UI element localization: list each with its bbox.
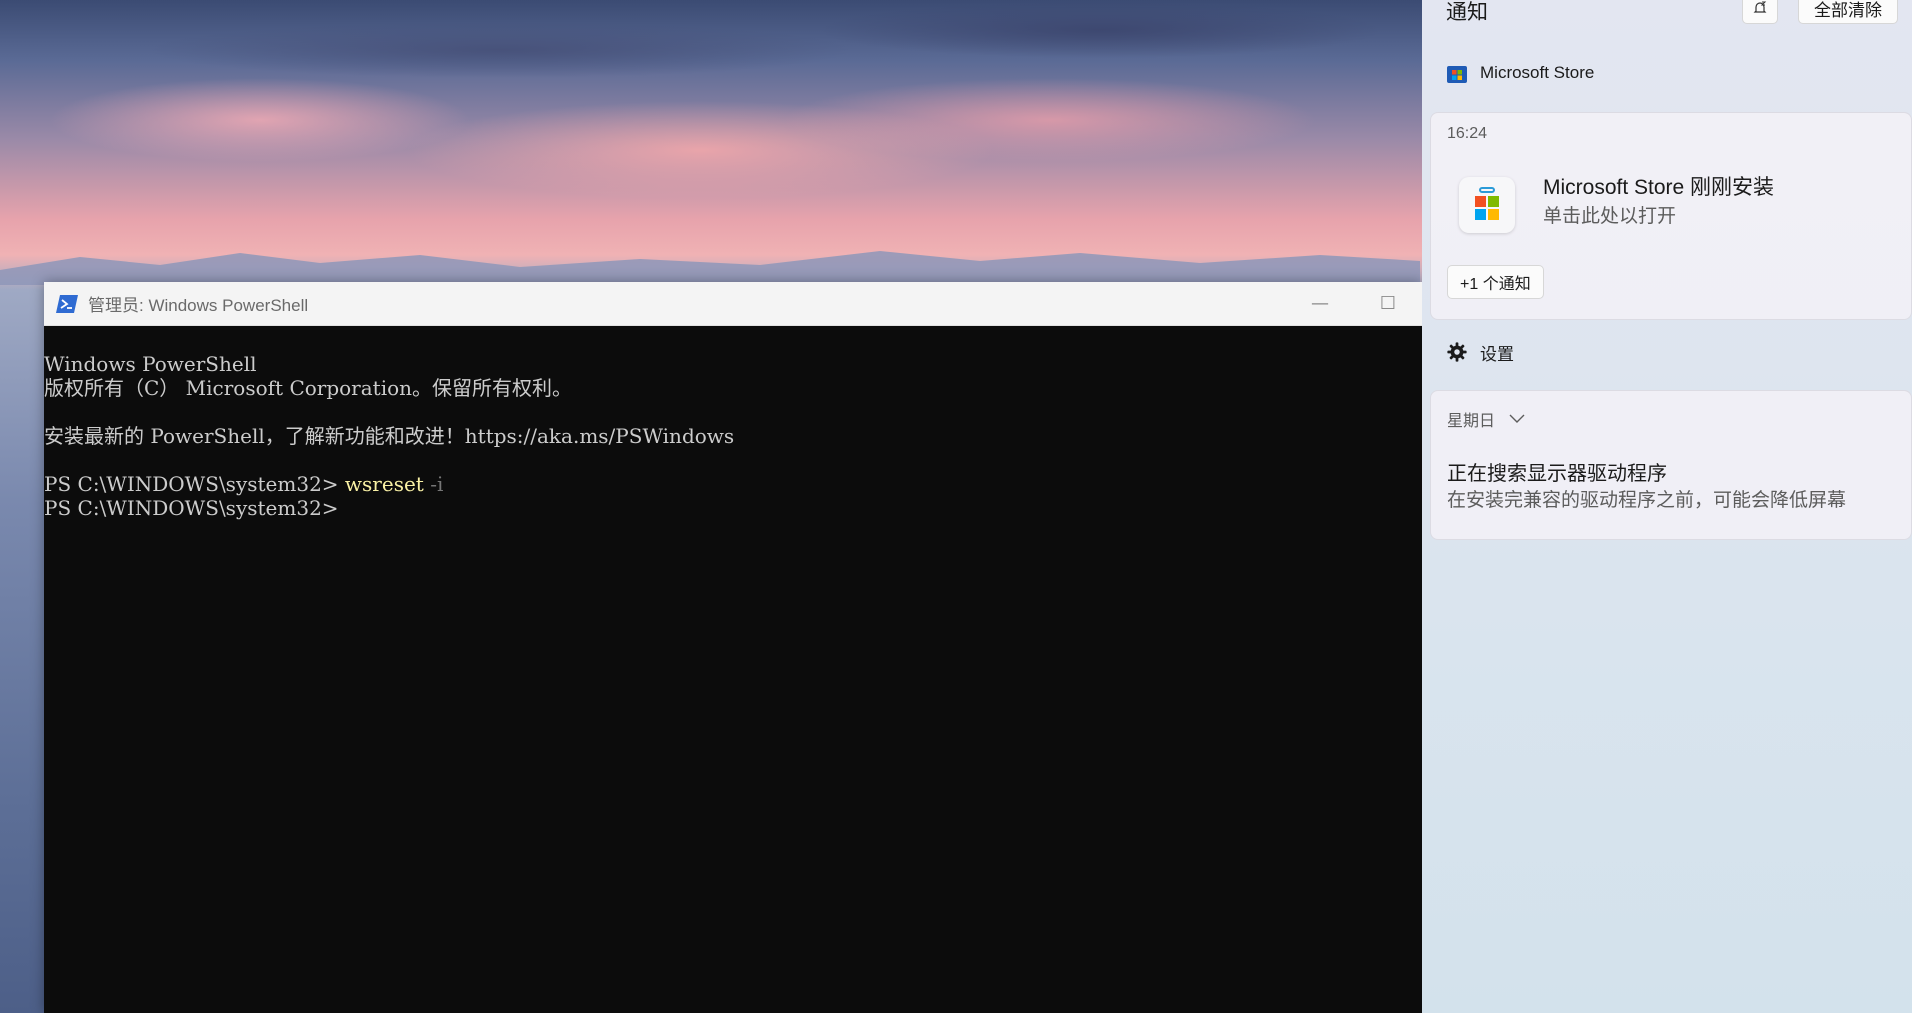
window-controls: — ☐	[1286, 282, 1422, 325]
app-name: 设置	[1480, 344, 1514, 364]
terminal-line: 安装最新的 PowerShell，了解新功能和改进！https://aka.ms…	[44, 424, 735, 448]
notification-card[interactable]: 星期日 正在搜索显示器驱动程序 在安装完兼容的驱动程序之前，可能会降低屏幕	[1430, 390, 1912, 540]
notification-group-header[interactable]: 设置	[1446, 337, 1514, 367]
notification-title: 通知	[1446, 1, 1488, 24]
notification-header: 通知 全部清除	[1446, 0, 1898, 24]
app-name: Microsoft Store	[1480, 63, 1595, 82]
prompt: PS C:\WINDOWS\system32>	[44, 496, 345, 520]
notification-title-text: Microsoft Store 刚刚安装	[1543, 176, 1775, 199]
maximize-button[interactable]: ☐	[1354, 282, 1422, 325]
powershell-icon	[56, 294, 78, 313]
window-titlebar[interactable]: 管理员: Windows PowerShell — ☐	[44, 282, 1422, 326]
terminal-line: 版权所有（C） Microsoft Corporation。保留所有权利。	[44, 376, 573, 400]
terminal-output[interactable]: Windows PowerShell 版权所有（C） Microsoft Corp…	[44, 326, 1422, 1013]
notification-day-toggle[interactable]: 星期日	[1447, 407, 1525, 431]
clear-all-button[interactable]: 全部清除	[1798, 0, 1898, 24]
gear-icon	[1447, 342, 1467, 362]
notification-center: 通知 全部清除 Microsoft Store 16:24 Microsoft …	[1422, 0, 1912, 1013]
notification-group-header[interactable]: Microsoft Store	[1446, 58, 1594, 88]
microsoft-store-icon	[1447, 66, 1467, 83]
command-text: wsreset	[344, 472, 424, 496]
more-notifications-button[interactable]: +1 个通知	[1447, 265, 1544, 299]
wallpaper-mountains	[0, 251, 1420, 285]
prompt: PS C:\WINDOWS\system32>	[44, 472, 345, 496]
notification-body-text: 单击此处以打开	[1543, 206, 1677, 227]
notification-day: 星期日	[1447, 413, 1496, 430]
dnd-bell-icon	[1753, 1, 1767, 13]
powershell-window[interactable]: 管理员: Windows PowerShell — ☐ Windows Powe…	[44, 282, 1422, 1013]
notification-card[interactable]: 16:24 Microsoft Store 刚刚安装 单击此处以打开 +1 个通…	[1430, 112, 1912, 320]
notification-body-text: 在安装完兼容的驱动程序之前，可能会降低屏幕	[1447, 490, 1847, 511]
terminal-command-line: PS C:\WINDOWS\system32> wsreset -i	[44, 472, 1422, 496]
do-not-disturb-button[interactable]	[1742, 0, 1778, 24]
terminal-line: Windows PowerShell	[44, 352, 257, 376]
terminal-prompt-line[interactable]: PS C:\WINDOWS\system32>	[44, 496, 1422, 520]
notification-title-text: 正在搜索显示器驱动程序	[1447, 463, 1667, 485]
chevron-down-icon	[1509, 414, 1525, 423]
notification-time: 16:24	[1447, 125, 1488, 142]
microsoft-store-icon	[1459, 177, 1515, 233]
minimize-button[interactable]: —	[1286, 282, 1354, 325]
command-parameter: -i	[423, 472, 444, 496]
window-title: 管理员: Windows PowerShell	[88, 296, 309, 315]
